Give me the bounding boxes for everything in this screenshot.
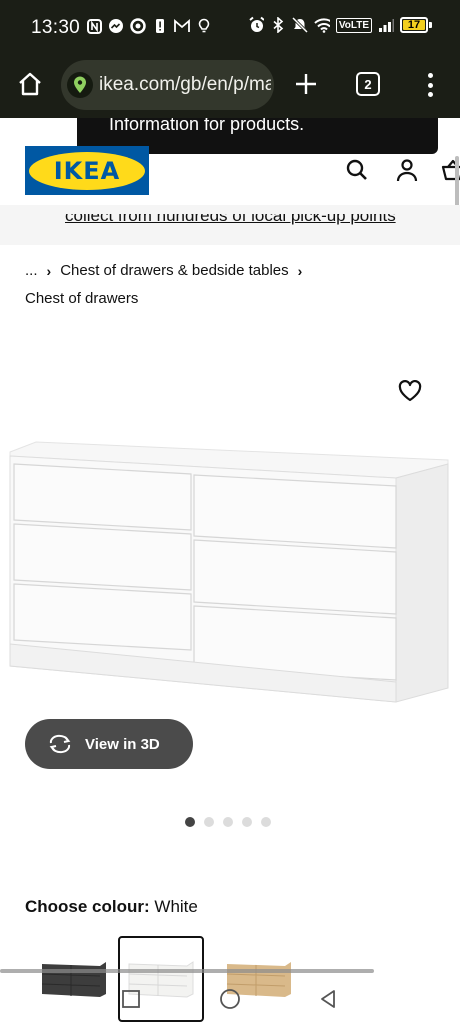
- back-button[interactable]: [316, 987, 340, 1011]
- notification-app-icon: [86, 18, 102, 34]
- battery-level: 17: [403, 20, 425, 31]
- breadcrumb-ellipsis[interactable]: ...: [25, 262, 38, 279]
- bluetooth-icon: [270, 17, 286, 33]
- recents-icon: [122, 990, 140, 1008]
- pagination-dot[interactable]: [185, 817, 195, 827]
- battery-indicator: 17: [400, 17, 432, 33]
- alert-icon: [152, 18, 168, 34]
- alarm-icon: [248, 16, 264, 33]
- home-circle-icon: [220, 989, 240, 1009]
- product-image[interactable]: [0, 430, 460, 720]
- search-icon: [346, 159, 367, 180]
- home-nav-button[interactable]: [218, 987, 242, 1011]
- plus-icon: [296, 74, 316, 94]
- black-brown-dresser-thumbnail: [41, 962, 106, 997]
- user-icon: [396, 159, 418, 182]
- delivery-banner: collect from hundreds of local pick-up p…: [0, 205, 460, 245]
- browser-menu-button[interactable]: [418, 70, 442, 100]
- gesture-bar[interactable]: [0, 969, 374, 973]
- messenger-icon: [108, 18, 124, 34]
- mute-icon: [291, 17, 308, 33]
- browser-toolbar: ikea.com/gb/en/p/ma 2: [0, 56, 460, 118]
- signal-icon: [378, 17, 394, 33]
- chevron-right-icon: ›: [297, 262, 303, 279]
- colour-label: Choose colour:: [25, 897, 150, 916]
- breadcrumb-parent[interactable]: Chest of drawers & bedside tables: [60, 262, 288, 279]
- banner-link[interactable]: collect from hundreds of local pick-up p…: [65, 214, 396, 226]
- pagination-dot[interactable]: [223, 817, 233, 827]
- recents-button[interactable]: [119, 987, 143, 1011]
- heart-icon: [398, 380, 422, 402]
- view-in-3d-label: View in 3D: [85, 735, 160, 753]
- chevron-right-icon: ›: [46, 262, 52, 279]
- logo-text: IKEA: [53, 156, 121, 185]
- pagination-dot[interactable]: [242, 817, 252, 827]
- status-time: 13:30: [31, 17, 81, 38]
- home-icon: [19, 72, 41, 96]
- colour-swatch-black-brown[interactable]: [31, 936, 117, 1022]
- breadcrumb-current[interactable]: Chest of drawers: [25, 290, 138, 307]
- selected-colour: White: [154, 897, 198, 916]
- rotate-3d-icon: [49, 734, 71, 754]
- system-icons: VoLTE 17: [248, 16, 432, 33]
- view-in-3d-button[interactable]: View in 3D: [25, 719, 193, 769]
- account-button[interactable]: [394, 157, 420, 183]
- colour-selector-label: Choose colour: White: [25, 897, 198, 917]
- pagination-dot[interactable]: [204, 817, 214, 827]
- search-button[interactable]: [344, 157, 370, 183]
- favourite-button[interactable]: [397, 378, 423, 404]
- notification-icons: [86, 18, 212, 34]
- breadcrumb: ... › Chest of drawers & bedside tables …: [25, 262, 302, 279]
- image-pagination: [185, 817, 271, 827]
- volte-badge: VoLTE: [335, 17, 372, 33]
- record-icon: [130, 18, 146, 34]
- pagination-dot[interactable]: [261, 817, 271, 827]
- home-button[interactable]: [14, 68, 46, 100]
- ikea-logo[interactable]: IKEA: [25, 146, 149, 195]
- location-pin-icon[interactable]: [67, 72, 93, 98]
- tab-switcher-button[interactable]: 2: [356, 72, 380, 96]
- wifi-icon: [314, 17, 330, 33]
- new-tab-button[interactable]: [290, 68, 322, 100]
- url-text[interactable]: ikea.com/gb/en/p/ma: [99, 74, 271, 96]
- status-bar: 13:30 VoLTE 17: [0, 0, 460, 56]
- back-triangle-icon: [321, 990, 335, 1008]
- app-notification-icon: [196, 18, 212, 34]
- gmail-icon: [174, 18, 190, 34]
- address-bar[interactable]: ikea.com/gb/en/p/ma: [61, 60, 274, 110]
